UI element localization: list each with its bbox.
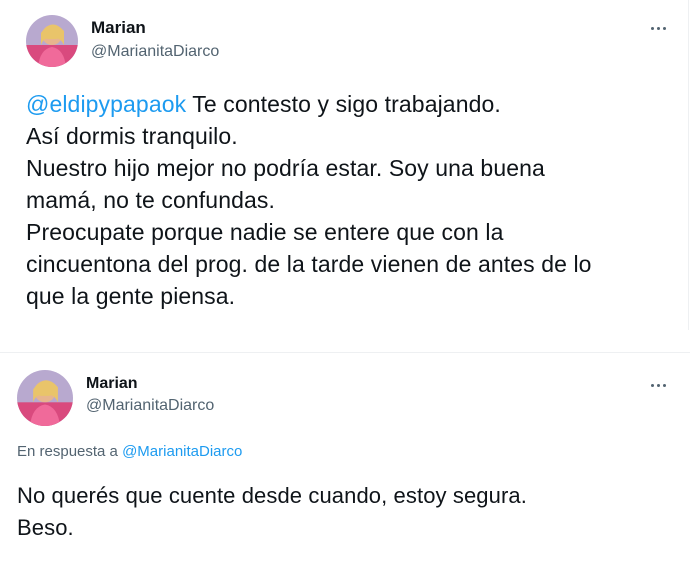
author-handle[interactable]: @MarianitaDiarco (86, 397, 214, 415)
tweet-text-line: que la gente piensa. (26, 283, 236, 309)
profile-photo-icon (17, 370, 73, 426)
tweet-card[interactable]: Marian @MarianitaDiarco En respuesta a @… (0, 352, 690, 578)
tweet-text: @eldipypapaok Te contesto y sigo trabaja… (26, 88, 666, 312)
tweet-text-line: Beso. (17, 515, 74, 540)
mention-link[interactable]: @eldipypapaok (26, 91, 186, 117)
user-avatar[interactable] (26, 15, 78, 67)
author-handle[interactable]: @MarianitaDiarco (91, 43, 219, 61)
tweet-text: No querés que cuente desde cuando, estoy… (17, 480, 657, 544)
more-options-icon[interactable] (648, 23, 670, 33)
author-name[interactable]: Marian (86, 375, 138, 393)
tweet-text-line: Te contesto y sigo trabajando. (186, 91, 501, 117)
author-name[interactable]: Marian (91, 18, 146, 38)
tweet-text-line: Nuestro hijo mejor no podría estar. Soy … (26, 155, 545, 181)
tweet-text-line: cincuentona del prog. de la tarde vienen… (26, 251, 592, 277)
reply-context: En respuesta a @MarianitaDiarco (17, 443, 242, 460)
tweet-card[interactable]: Marian @MarianitaDiarco @eldipypapaok Te… (0, 0, 689, 330)
tweet-text-line: mamá, no te confundas. (26, 187, 275, 213)
reply-prefix: En respuesta a (17, 443, 123, 460)
user-avatar[interactable] (17, 370, 73, 426)
profile-photo-icon (26, 15, 78, 67)
tweet-text-line: No querés que cuente desde cuando, estoy… (17, 483, 527, 508)
tweet-text-line: Preocupate porque nadie se entere que co… (26, 219, 504, 245)
reply-mention-link[interactable]: @MarianitaDiarco (122, 443, 242, 460)
more-options-icon[interactable] (648, 380, 670, 390)
tweet-text-line: Así dormis tranquilo. (26, 123, 238, 149)
